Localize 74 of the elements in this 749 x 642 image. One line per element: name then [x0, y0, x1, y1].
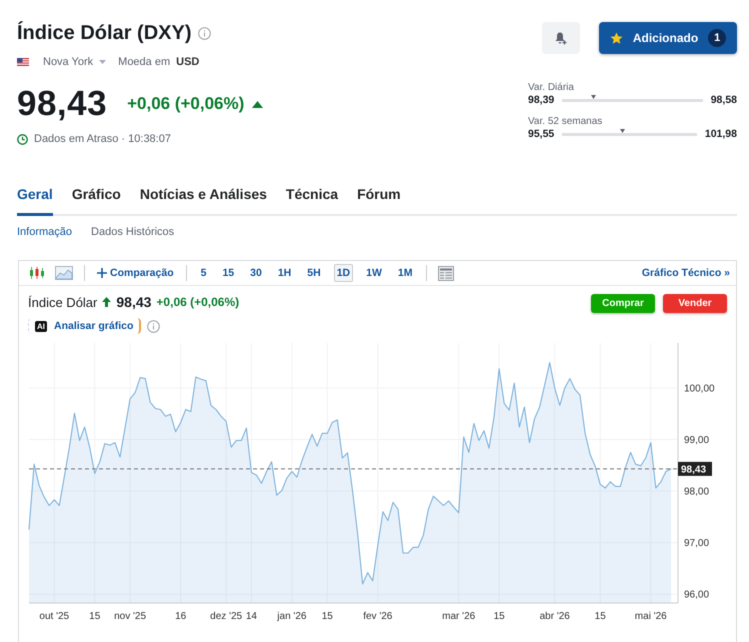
range-low: 95,55: [528, 128, 554, 140]
sub-tab[interactable]: Dados Históricos: [91, 226, 174, 238]
tab[interactable]: Geral: [17, 184, 53, 216]
interval-button[interactable]: 1W: [363, 264, 385, 282]
price-change: +0,06 (+0,06%): [127, 94, 244, 114]
range-high: 98,58: [710, 94, 737, 106]
interval-button[interactable]: 1M: [394, 264, 416, 282]
last-price: 98,43: [17, 84, 108, 124]
range-label: Var. 52 semanas: [528, 116, 604, 127]
x-axis-label: 15: [322, 611, 333, 622]
range-high: 101,98: [704, 128, 737, 140]
count-badge: 1: [708, 29, 726, 47]
tab[interactable]: Gráfico: [72, 184, 121, 216]
area-chart-icon: [55, 266, 73, 280]
compare-button[interactable]: Comparação: [94, 265, 177, 281]
ai-badge: AI: [35, 320, 47, 332]
x-axis-label: fev '26: [363, 611, 392, 622]
chart-price: 98,43: [116, 294, 152, 310]
x-axis-label: nov '25: [114, 611, 146, 622]
x-axis-label: 15: [494, 611, 505, 622]
x-axis-label: 15: [594, 611, 606, 622]
watchlist-button[interactable]: Adicionado 1: [599, 22, 737, 54]
interval-button[interactable]: 1H: [274, 264, 294, 282]
y-axis-label: 97,00: [684, 538, 710, 550]
candlestick-chart-button[interactable]: [27, 264, 47, 282]
plus-icon: [97, 268, 107, 278]
x-axis-label: dez '25: [210, 611, 242, 622]
delay-status: Dados em Atraso · 10:38:07: [34, 133, 171, 145]
instrument-title: Índice Dólar (DXY): [17, 22, 192, 45]
sub-tab[interactable]: Informação: [17, 226, 72, 238]
area-chart-button[interactable]: [53, 264, 75, 282]
bell-plus-icon: [554, 31, 568, 45]
currency-code: USD: [176, 56, 200, 68]
x-axis-label: jan '26: [277, 611, 306, 622]
tab[interactable]: Fórum: [357, 184, 401, 216]
candlestick-icon: [29, 266, 45, 280]
chart-instrument-name: Índice Dólar: [28, 294, 98, 310]
info-icon: [147, 320, 160, 332]
layout-button[interactable]: [436, 264, 456, 282]
alert-button[interactable]: [542, 22, 580, 54]
y-axis-label: 96,00: [684, 590, 710, 601]
x-axis-label: mar '26: [442, 611, 476, 622]
range-low: 98,39: [528, 94, 554, 106]
table-icon: [438, 266, 454, 280]
y-axis-label: 100,00: [684, 383, 715, 394]
caret-icon: [99, 60, 106, 64]
y-axis-label: 98,00: [684, 486, 710, 498]
y-axis-label: 99,00: [684, 434, 710, 446]
clock-icon: [17, 134, 28, 144]
tab[interactable]: Notícias e Análises: [140, 184, 267, 216]
x-axis-label: 16: [175, 611, 186, 622]
flag-icon: [17, 58, 29, 66]
range-label: Var. Diária: [528, 82, 575, 93]
currency-label: Moeda em: [118, 56, 170, 68]
tab[interactable]: Técnica: [286, 184, 338, 216]
technical-chart-link[interactable]: Gráfico Técnico »: [642, 267, 730, 279]
interval-button[interactable]: 5H: [304, 264, 324, 282]
interval-button[interactable]: 5: [198, 264, 210, 282]
analyze-chart-button[interactable]: AI Analisar gráfico: [28, 318, 142, 334]
x-axis-label: 14: [246, 611, 257, 622]
chart-price-change: +0,06 (+0,06%): [156, 295, 240, 309]
info-icon: [198, 27, 212, 40]
interval-button[interactable]: 15: [219, 264, 238, 282]
x-axis-label: mai '26: [634, 611, 667, 622]
x-axis-label: out '25: [39, 611, 70, 622]
x-axis-label: 15: [89, 611, 100, 622]
current-price-label: 98,43: [678, 462, 712, 476]
interval-button[interactable]: 30: [247, 264, 265, 282]
star-icon: [610, 32, 623, 44]
sell-button[interactable]: Vender: [663, 294, 727, 313]
interval-button[interactable]: 1D: [334, 264, 354, 282]
exchange-dropdown[interactable]: Nova York: [43, 56, 94, 68]
ref-line-label: 98,43: [681, 464, 706, 476]
x-axis-label: abr '26: [540, 611, 570, 622]
